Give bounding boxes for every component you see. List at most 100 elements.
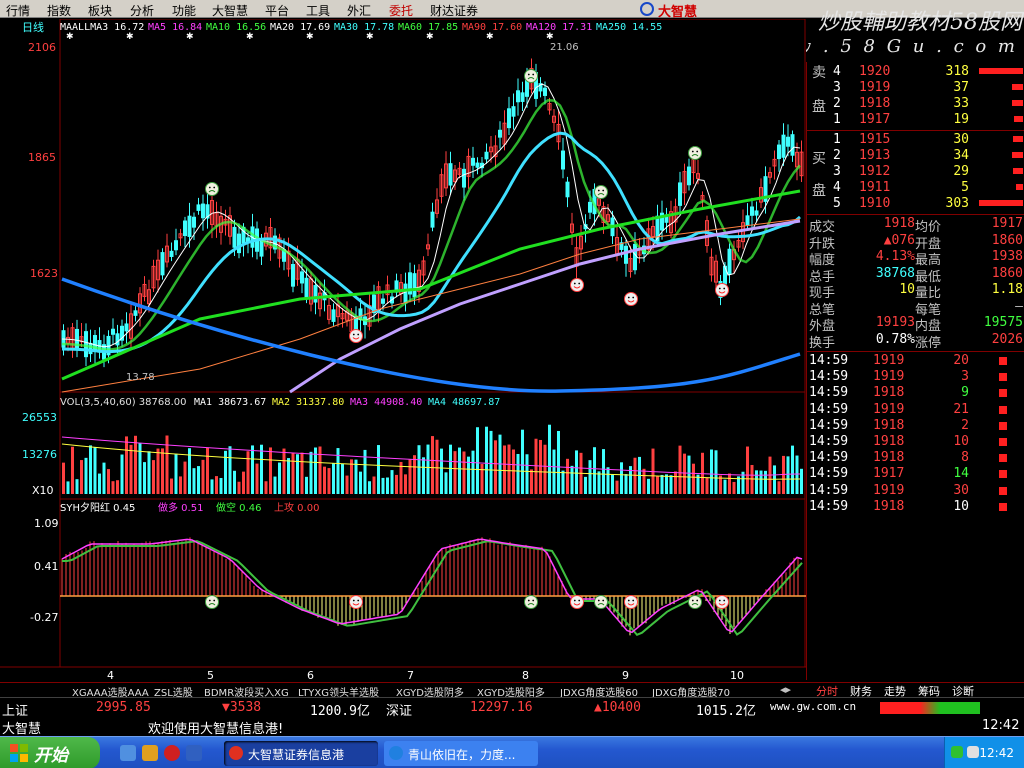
star-marker-icon: ✱ bbox=[186, 32, 194, 42]
media-player-icon[interactable] bbox=[142, 745, 158, 761]
volume-bar bbox=[660, 474, 664, 494]
month-tick-label: 4 bbox=[107, 669, 114, 682]
ask-level-row[interactable]: 4 1920 318 bbox=[807, 64, 1024, 80]
volume-bar bbox=[656, 476, 659, 494]
ma-legend-item: MA5 16.84 bbox=[148, 22, 202, 33]
ma-legend: MAALLMA3 16.72 MA5 16.84 MA10 16.56 MA20 17… bbox=[60, 22, 662, 42]
stat-row: 总笔 每笔 — bbox=[807, 299, 1024, 318]
volume-bar bbox=[206, 447, 209, 494]
indicator-axis-label: -0.27 bbox=[30, 611, 58, 624]
volume-bar bbox=[296, 454, 299, 494]
volume-bar bbox=[62, 462, 65, 494]
candle-body bbox=[201, 203, 205, 219]
tick-row: 14:59 1918 10 bbox=[807, 499, 1024, 515]
site-url[interactable]: www.gw.com.cn bbox=[770, 700, 856, 713]
menu-item-quotes[interactable]: 行情 bbox=[6, 2, 30, 19]
volume-bar bbox=[471, 450, 475, 494]
volume-bar bbox=[764, 470, 767, 494]
volume-bar bbox=[746, 446, 749, 494]
tick-price: 1919 bbox=[873, 482, 905, 498]
candle-body bbox=[543, 87, 547, 96]
level-volume-bar bbox=[1012, 136, 1023, 142]
volume-bar bbox=[359, 471, 362, 494]
menu-item-forex[interactable]: 外汇 bbox=[347, 2, 371, 19]
sh-index-value: 2995.85 bbox=[96, 700, 151, 715]
volume-bar bbox=[620, 462, 623, 494]
menu-item-analysis[interactable]: 分析 bbox=[130, 2, 154, 19]
price-axis-label: 1623 bbox=[30, 267, 58, 280]
menu-item-function[interactable]: 功能 bbox=[172, 2, 196, 19]
welcome-ticker: 欢迎使用大智慧信息港! bbox=[148, 722, 284, 737]
browser-icon[interactable] bbox=[186, 745, 202, 761]
candle-body bbox=[624, 245, 628, 264]
volume-bar bbox=[116, 480, 119, 494]
level-volume: 318 bbox=[945, 64, 969, 79]
volume-bar bbox=[237, 481, 241, 494]
dzh-app-icon[interactable] bbox=[164, 745, 180, 761]
low-price-label: 13.78 bbox=[126, 372, 155, 383]
task-dzh[interactable]: 大智慧证券信息港 bbox=[224, 741, 378, 766]
ma-legend-item: MA30 17.78 bbox=[334, 22, 394, 33]
volume-bar bbox=[215, 476, 218, 494]
tick-price: 1919 bbox=[873, 401, 905, 417]
tick-row: 14:59 1917 14 bbox=[807, 466, 1024, 482]
show-desktop-icon[interactable] bbox=[120, 745, 136, 761]
level-volume-bar bbox=[979, 200, 1023, 206]
volume-bar bbox=[516, 453, 520, 494]
bid-level-row[interactable]: 3 1912 29 bbox=[807, 164, 1024, 180]
tab-scroll-arrows-icon[interactable]: ◂▸ bbox=[780, 683, 791, 696]
bid-level-row[interactable]: 4 1911 5 bbox=[807, 180, 1024, 196]
kline-chart[interactable]: 日线 MAALLMA3 16.72 MA5 16.84 MA10 16.56 MA20… bbox=[0, 19, 806, 696]
candle-body bbox=[525, 79, 529, 97]
tick-row: 14:59 1918 10 bbox=[807, 434, 1024, 450]
menu-item-platform[interactable]: 平台 bbox=[265, 2, 289, 19]
period-label[interactable]: 日线 bbox=[22, 20, 44, 34]
candle-body bbox=[484, 151, 489, 160]
task-browser[interactable]: 青山依旧在，力度... bbox=[384, 741, 538, 766]
volume-bar bbox=[714, 450, 718, 494]
menu-item-sector[interactable]: 板块 bbox=[88, 2, 112, 19]
volume-bar bbox=[75, 479, 79, 494]
ask-level-row[interactable]: 3 1919 37 bbox=[807, 80, 1024, 96]
level-price: 1913 bbox=[859, 148, 891, 163]
candle-body bbox=[786, 136, 790, 147]
ma-legend-item: MA250 14.55 bbox=[596, 22, 662, 33]
tick-time: 14:59 bbox=[809, 353, 849, 368]
volume-bar bbox=[674, 471, 677, 494]
start-button[interactable]: 开始 bbox=[0, 737, 100, 768]
ask-level-row[interactable]: 1 1917 19 bbox=[807, 112, 1024, 128]
menu-item-broker[interactable]: 财达证券 bbox=[430, 2, 478, 19]
orderbook-divider bbox=[807, 130, 1024, 131]
bid-level-row[interactable]: 5 1910 303 bbox=[807, 196, 1024, 212]
tick-time: 14:59 bbox=[809, 450, 849, 466]
volume-icon[interactable] bbox=[967, 746, 979, 758]
volume-bar bbox=[323, 466, 326, 494]
menu-item-order[interactable]: 委托 bbox=[389, 2, 413, 19]
volume-bar bbox=[669, 475, 673, 494]
bid-level-row[interactable]: 1 1915 30 bbox=[807, 132, 1024, 148]
volume-bar bbox=[566, 458, 569, 494]
bid-level-row[interactable]: 2 1913 34 bbox=[807, 148, 1024, 164]
price-axis-label: 1865 bbox=[28, 151, 56, 164]
ask-level-row[interactable]: 2 1918 33 bbox=[807, 96, 1024, 112]
volume-bar bbox=[341, 463, 344, 494]
menu-item-tools[interactable]: 工具 bbox=[306, 2, 330, 19]
tick-direction-marker bbox=[999, 454, 1007, 463]
network-icon[interactable] bbox=[951, 746, 963, 758]
tick-direction-marker bbox=[999, 405, 1007, 414]
volume-bar bbox=[678, 445, 682, 494]
volume-bar bbox=[404, 474, 407, 494]
volume-bar bbox=[633, 457, 637, 494]
tick-direction-marker bbox=[999, 421, 1007, 430]
volume-bar bbox=[165, 435, 169, 494]
volume-bar bbox=[327, 468, 331, 494]
volume-bar bbox=[588, 460, 592, 494]
volume-bar bbox=[665, 474, 668, 494]
menu-item-index[interactable]: 指数 bbox=[47, 2, 71, 19]
menu-item-dzh[interactable]: 大智慧 bbox=[212, 2, 248, 19]
indicator-short-line bbox=[62, 540, 803, 637]
volume-bar bbox=[534, 438, 538, 494]
candle-body bbox=[331, 309, 336, 322]
volume-bar bbox=[413, 455, 416, 494]
candle-body bbox=[174, 240, 178, 251]
